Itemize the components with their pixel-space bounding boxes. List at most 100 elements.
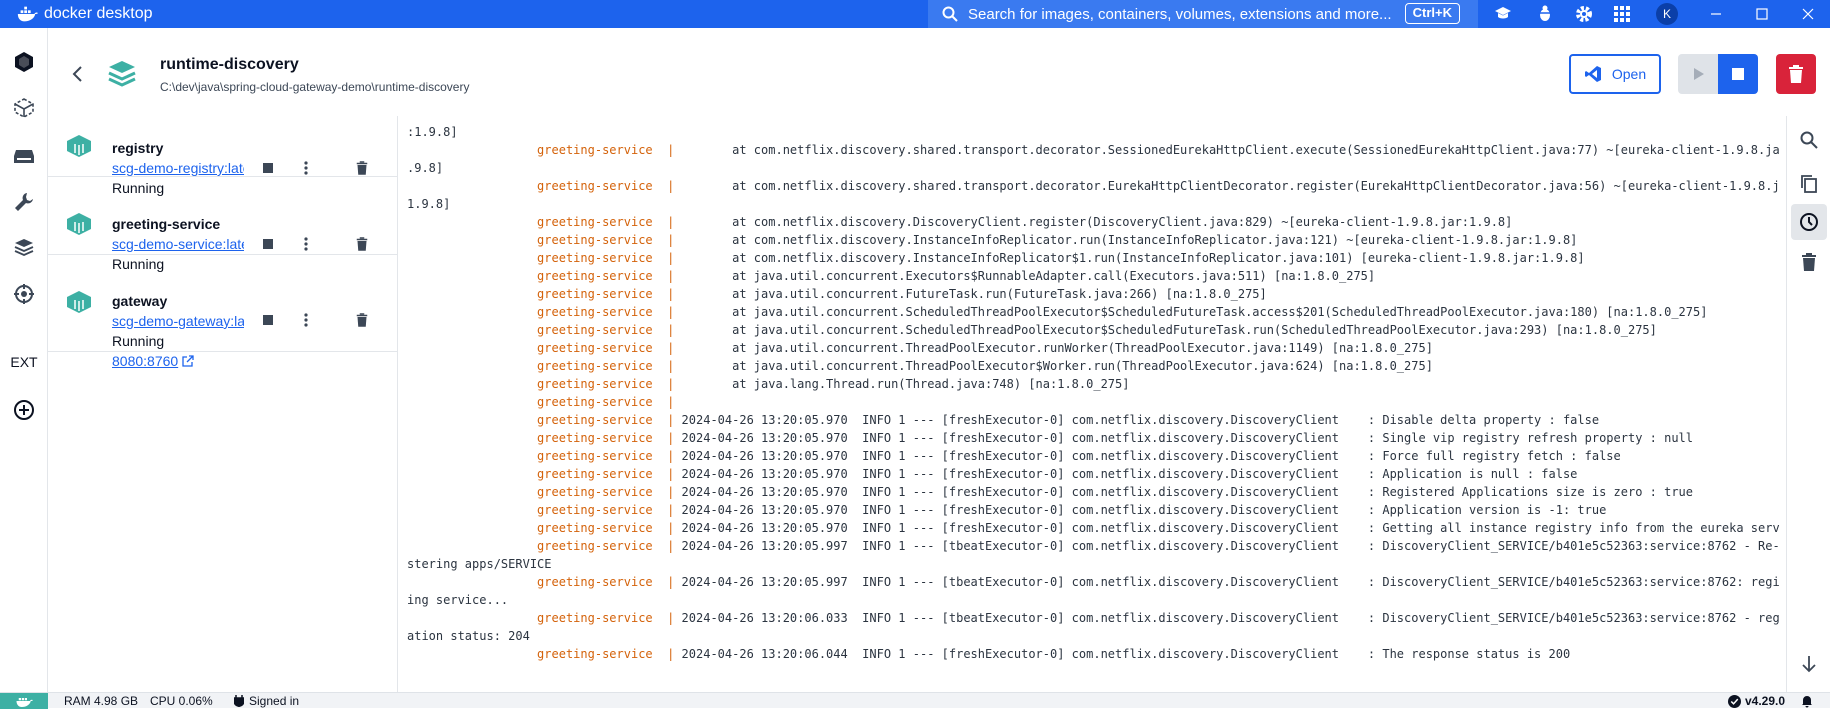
more-options-icon[interactable] bbox=[296, 310, 316, 330]
maximize-icon[interactable] bbox=[1752, 4, 1772, 24]
learning-center-icon[interactable] bbox=[1493, 4, 1513, 24]
version-label: v4.29.0 bbox=[1745, 694, 1786, 708]
status-bar: RAM 4.98 GB CPU 0.06% Signed in v4.29.0 bbox=[0, 692, 1830, 709]
bug-icon[interactable] bbox=[1535, 4, 1555, 24]
back-icon[interactable] bbox=[68, 64, 88, 84]
log-text: :1.9.8] bbox=[407, 125, 458, 139]
minimize-icon[interactable] bbox=[1706, 4, 1726, 24]
stop-container-icon[interactable] bbox=[258, 310, 278, 330]
log-line: greeting-service | 2024-04-26 13:20:05.9… bbox=[407, 537, 1780, 555]
notifications-icon[interactable] bbox=[1801, 695, 1813, 708]
log-text: 2024-04-26 13:20:05.970 INFO 1 --- [fres… bbox=[674, 521, 1780, 535]
delete-stack-button[interactable] bbox=[1776, 54, 1816, 94]
log-line: greeting-service | 2024-04-26 13:20:05.9… bbox=[537, 485, 1693, 499]
container-name: registry bbox=[112, 140, 164, 156]
log-service-tag: greeting-service bbox=[537, 521, 653, 535]
log-line: greeting-service | 2024-04-26 13:20:05.9… bbox=[537, 413, 1600, 427]
log-text: 2024-04-26 13:20:05.970 INFO 1 --- [fres… bbox=[674, 503, 1607, 517]
stop-container-icon[interactable] bbox=[258, 234, 278, 254]
log-line: greeting-service | at com.netflix.discov… bbox=[537, 233, 1578, 247]
account-avatar[interactable]: K bbox=[1656, 3, 1678, 25]
log-service-tag: greeting-service bbox=[537, 377, 653, 391]
close-icon[interactable] bbox=[1798, 4, 1818, 24]
trash-icon[interactable] bbox=[352, 158, 372, 178]
trash-icon[interactable] bbox=[352, 310, 372, 330]
search-shortcut: Ctrl+K bbox=[1404, 3, 1460, 24]
log-text: 2024-04-26 13:20:05.970 INFO 1 --- [fres… bbox=[674, 485, 1693, 499]
log-text: at com.netflix.discovery.InstanceInfoRep… bbox=[674, 233, 1578, 247]
plug-icon bbox=[234, 695, 244, 707]
log-output[interactable]: :1.9.8] greeting-service | at com.netfli… bbox=[399, 116, 1780, 692]
log-line: greeting-service | 2024-04-26 13:20:05.9… bbox=[407, 519, 1780, 537]
container-row[interactable]: gateway scg-demo-gateway:latest Running … bbox=[48, 256, 398, 369]
docker-whale-icon bbox=[17, 6, 38, 22]
log-line: greeting-service | at java.util.concurre… bbox=[537, 287, 1267, 301]
more-options-icon[interactable] bbox=[296, 234, 316, 254]
log-line: stering apps/SERVICE bbox=[407, 555, 1780, 573]
dev-environments-icon[interactable] bbox=[8, 232, 40, 264]
container-image-link[interactable]: scg-demo-registry:latest bbox=[112, 160, 244, 176]
version-info[interactable]: v4.29.0 bbox=[1728, 694, 1813, 708]
signed-in-label: Signed in bbox=[249, 694, 300, 708]
trash-icon[interactable] bbox=[352, 234, 372, 254]
log-text: at java.util.concurrent.ThreadPoolExecut… bbox=[674, 341, 1433, 355]
settings-icon[interactable] bbox=[1574, 4, 1594, 24]
brand: docker desktop bbox=[16, 4, 153, 24]
log-search-icon[interactable] bbox=[1791, 122, 1827, 158]
timestamps-icon[interactable] bbox=[1791, 204, 1827, 240]
container-image-link[interactable]: scg-demo-service:latest bbox=[112, 236, 244, 252]
container-name: gateway bbox=[112, 293, 168, 309]
scroll-down-icon[interactable] bbox=[1791, 646, 1827, 682]
log-line: greeting-service | at java.lang.Thread.r… bbox=[537, 377, 1130, 391]
scout-icon[interactable] bbox=[8, 278, 40, 310]
log-text: 2024-04-26 13:20:05.970 INFO 1 --- [fres… bbox=[674, 431, 1693, 445]
containers-icon[interactable] bbox=[8, 46, 40, 78]
log-service-tag: greeting-service bbox=[537, 395, 653, 409]
stack-header: runtime-discovery C:\dev\java\spring-clo… bbox=[48, 28, 1830, 116]
log-service-tag: greeting-service bbox=[537, 287, 653, 301]
add-extension-icon[interactable] bbox=[8, 394, 40, 426]
volumes-icon[interactable] bbox=[8, 140, 40, 172]
log-service-tag: greeting-service bbox=[537, 467, 653, 481]
log-text: at java.util.concurrent.Executors$Runnab… bbox=[674, 269, 1376, 283]
engine-status[interactable] bbox=[0, 693, 48, 709]
log-service-tag: greeting-service bbox=[537, 251, 653, 265]
log-service-tag: greeting-service bbox=[537, 323, 653, 337]
container-port-link[interactable]: 8080:8760 bbox=[112, 353, 194, 369]
log-text: ation status: 204 bbox=[407, 629, 530, 643]
container-row[interactable]: greeting-service scg-demo-service:latest… bbox=[48, 178, 398, 272]
log-line: .9.8] bbox=[407, 159, 1780, 177]
start-button[interactable] bbox=[1678, 54, 1718, 94]
copy-icon[interactable] bbox=[1791, 166, 1827, 202]
log-text: at java.util.concurrent.ScheduledThreadP… bbox=[674, 305, 1708, 319]
builds-icon[interactable] bbox=[8, 186, 40, 218]
more-options-icon[interactable] bbox=[296, 158, 316, 178]
sign-in-status[interactable]: Signed in bbox=[234, 694, 299, 708]
log-line: ing service... bbox=[407, 591, 1780, 609]
log-line: :1.9.8] bbox=[407, 123, 1780, 141]
extensions-grid-icon[interactable] bbox=[1612, 4, 1632, 24]
log-service-tag: greeting-service bbox=[537, 431, 653, 445]
images-icon[interactable] bbox=[8, 92, 40, 124]
log-text: .9.8] bbox=[407, 161, 444, 175]
extensions-label: EXT bbox=[10, 354, 38, 370]
log-text: at java.util.concurrent.ScheduledThreadP… bbox=[674, 323, 1657, 337]
stop-button[interactable] bbox=[1718, 54, 1758, 94]
stop-container-icon[interactable] bbox=[258, 158, 278, 178]
search-placeholder: Search for images, containers, volumes, … bbox=[968, 5, 1392, 23]
container-row[interactable]: registry scg-demo-registry:latest Runnin… bbox=[48, 116, 398, 196]
open-in-vscode-button[interactable]: Open bbox=[1569, 54, 1661, 94]
log-line: greeting-service | 2024-04-26 13:20:06.0… bbox=[407, 609, 1780, 627]
log-line: greeting-service | bbox=[537, 395, 675, 409]
search-bar[interactable]: Search for images, containers, volumes, … bbox=[928, 0, 1478, 28]
log-lines: :1.9.8] greeting-service | at com.netfli… bbox=[407, 123, 1780, 663]
log-service-tag: greeting-service bbox=[537, 575, 653, 589]
log-text: at com.netflix.discovery.shared.transpor… bbox=[674, 179, 1780, 193]
log-text: ing service... bbox=[407, 593, 509, 607]
log-line: greeting-service | at com.netflix.discov… bbox=[407, 141, 1780, 159]
clear-logs-icon[interactable] bbox=[1791, 244, 1827, 280]
check-icon bbox=[1728, 694, 1741, 708]
log-text: 2024-04-26 13:20:06.044 INFO 1 --- [fres… bbox=[674, 647, 1571, 661]
log-line: greeting-service | 2024-04-26 13:20:05.9… bbox=[537, 431, 1693, 445]
container-image-link[interactable]: scg-demo-gateway:latest bbox=[112, 313, 244, 329]
